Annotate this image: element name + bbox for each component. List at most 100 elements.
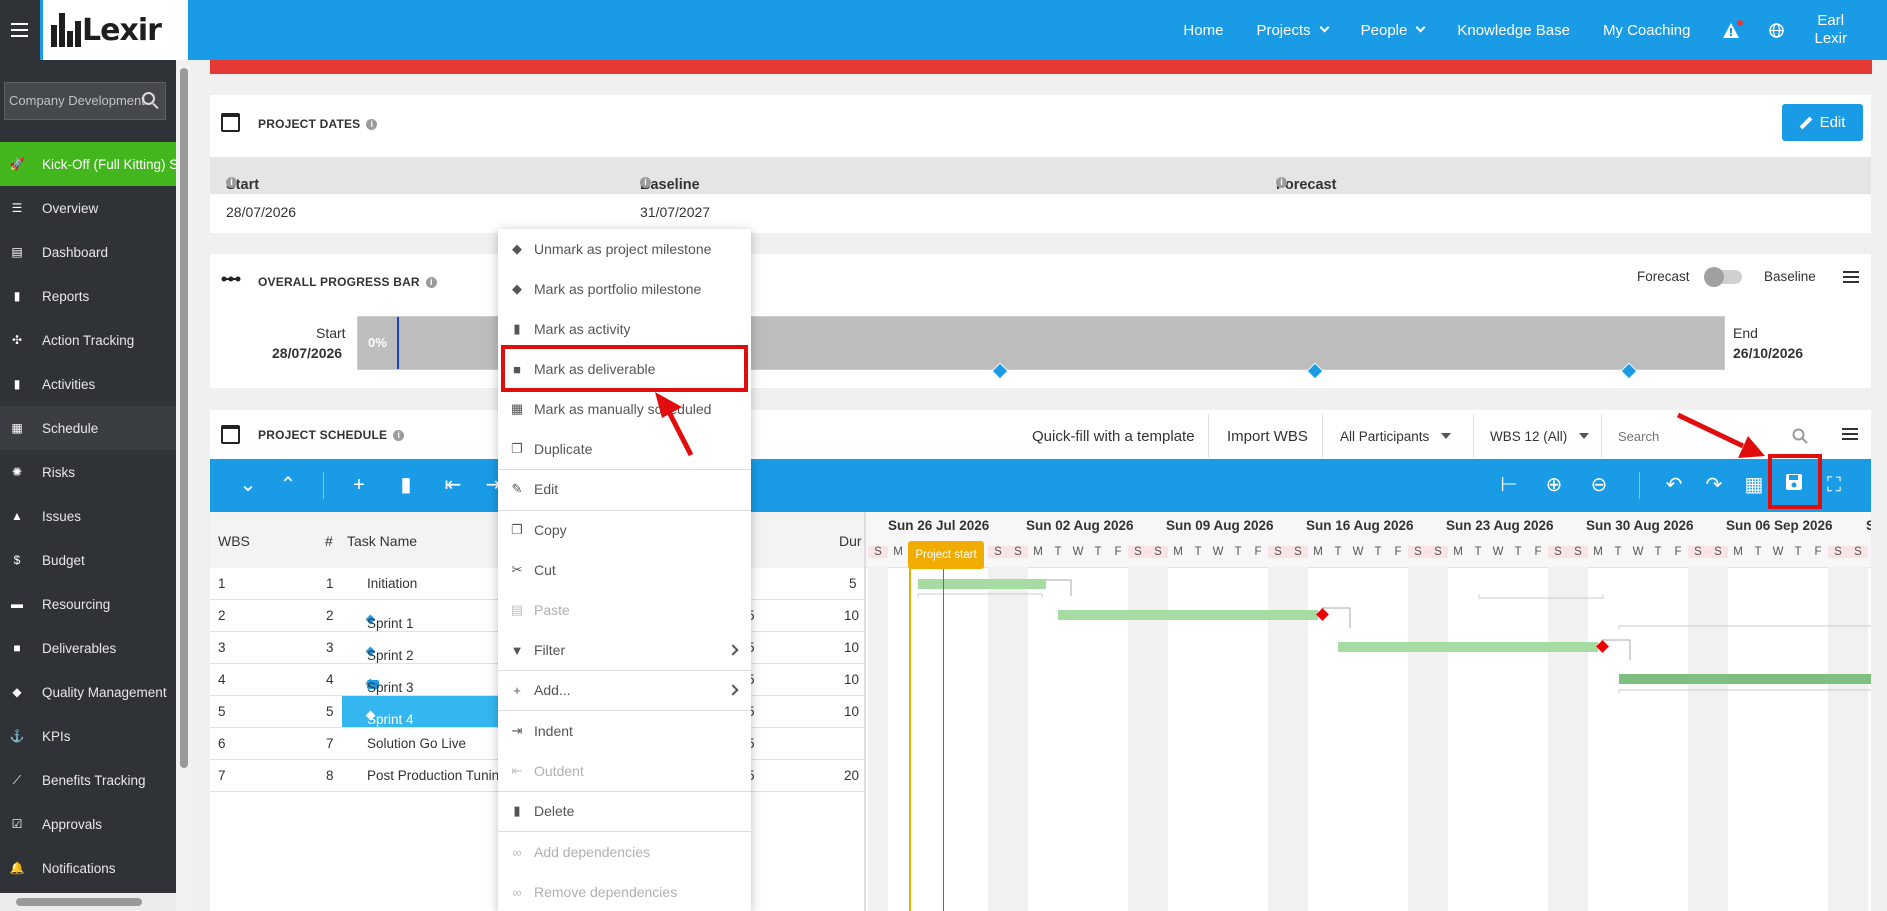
scrollbar-thumb[interactable] — [16, 898, 142, 906]
menu-duplicate[interactable]: ❐ Duplicate — [498, 429, 751, 469]
undo-icon[interactable]: ↶ — [1662, 473, 1686, 497]
calendar-icon — [221, 113, 240, 132]
sidebar-item-quality-management[interactable]: ◆ Quality Management — [0, 670, 176, 714]
row-number: 5 — [326, 704, 334, 719]
edit-dates-button[interactable]: Edit — [1782, 104, 1863, 141]
sidebar-item-dashboard[interactable]: ▤ Dashboard — [0, 230, 176, 274]
col-duration[interactable]: Dur — [839, 533, 862, 549]
forecast-baseline-toggle[interactable] — [1704, 267, 1742, 287]
menu-unmark-project-milestone[interactable]: ◆ Unmark as project milestone — [498, 229, 751, 269]
nav-home[interactable]: Home — [1183, 22, 1223, 39]
nav-people[interactable]: People — [1361, 22, 1426, 39]
sidebar-item-issues[interactable]: ▲ Issues — [0, 494, 176, 538]
row-task-name[interactable]: Sprint 3 — [342, 664, 502, 695]
menu-indent[interactable]: ⇥ Indent — [498, 711, 751, 751]
zoom-in-icon[interactable]: ⊕ — [1542, 473, 1566, 497]
sidebar-item-action-tracking[interactable]: ✣ Action Tracking — [0, 318, 176, 362]
menu-copy[interactable]: ❐ Copy — [498, 510, 751, 550]
menu-delete[interactable]: ▮ Delete — [498, 791, 751, 831]
row-task-name[interactable]: Solution Go Live — [342, 728, 502, 759]
gantt-bar-sprint-3[interactable] — [1619, 674, 1871, 684]
row-task-name[interactable]: Sprint 4 — [342, 696, 502, 727]
row-task-name[interactable]: Sprint 2 — [342, 632, 502, 663]
search-icon[interactable] — [142, 92, 155, 105]
sidebar-item-reports[interactable]: ▮ Reports — [0, 274, 176, 318]
menu-paste[interactable]: ▤ Paste — [498, 590, 751, 630]
info-icon[interactable]: i — [393, 429, 405, 441]
sidebar-item-overview[interactable]: ☰ Overview — [0, 186, 176, 230]
gantt-bar-initiation[interactable] — [918, 579, 1046, 589]
menu-mark-portfolio-milestone[interactable]: ◆ Mark as portfolio milestone — [498, 269, 751, 309]
hamburger-menu-icon[interactable] — [0, 0, 40, 60]
menu-remove-dependencies[interactable]: ∞ Remove dependencies — [498, 872, 751, 911]
nav-my-coaching[interactable]: My Coaching — [1603, 22, 1691, 39]
row-task-name[interactable]: Post Production Tunin — [342, 760, 502, 791]
sidebar-item-budget[interactable]: $ Budget — [0, 538, 176, 582]
menu-outdent[interactable]: ⇤ Outdent — [498, 751, 751, 791]
row-task-name[interactable]: Sprint 1 — [342, 600, 502, 631]
nav-projects[interactable]: Projects — [1256, 22, 1330, 39]
info-icon[interactable]: i — [640, 177, 651, 188]
info-icon[interactable]: i — [366, 118, 378, 130]
critical-path-icon[interactable]: ⊢ — [1497, 473, 1521, 497]
alerts-button[interactable] — [1723, 19, 1744, 38]
participants-dropdown[interactable]: All Participants — [1340, 414, 1452, 458]
sidebar-item-notifications[interactable]: 🔔 Notifications — [0, 846, 176, 890]
menu-filter[interactable]: ▼ Filter — [498, 630, 751, 670]
schedule-menu-icon[interactable] — [1842, 428, 1858, 440]
collapse-all-icon[interactable]: ⌄ — [236, 473, 260, 497]
menu-label: Outdent — [534, 763, 584, 779]
import-wbs-button[interactable]: Import WBS — [1227, 414, 1308, 458]
bookmark-icon: ▮ — [13, 377, 21, 391]
sidebar-item-kpis[interactable]: ⚓ KPIs — [0, 714, 176, 758]
sidebar-item-approvals[interactable]: ☑ Approvals — [0, 802, 176, 846]
day-letter: T — [1514, 546, 1522, 558]
sidebar-vertical-scrollbar[interactable] — [177, 60, 191, 911]
sidebar-item-benefits-tracking[interactable]: ⟋ Benefits Tracking — [0, 758, 176, 802]
quick-fill-template-button[interactable]: Quick-fill with a template — [1032, 414, 1195, 458]
sidebar-horizontal-scrollbar[interactable] — [0, 893, 176, 911]
app-logo[interactable]: Lexir — [43, 0, 188, 60]
col-wbs[interactable]: WBS — [218, 533, 250, 549]
scrollbar-thumb[interactable] — [180, 68, 188, 768]
sidebar-item-risks[interactable]: ✺ Risks — [0, 450, 176, 494]
fullscreen-icon[interactable]: ⛶ — [1822, 473, 1846, 497]
gantt-bar-sprint-1[interactable] — [1058, 610, 1318, 620]
add-task-icon[interactable]: + — [347, 473, 371, 497]
row-wbs: 3 — [218, 640, 226, 655]
nav-knowledge-base[interactable]: Knowledge Base — [1457, 22, 1570, 39]
schedule-search-input[interactable] — [1612, 422, 1812, 450]
gantt-bar-sprint-2[interactable] — [1338, 642, 1598, 652]
day-letter: W — [1492, 546, 1504, 558]
menu-mark-activity[interactable]: ▮ Mark as activity — [498, 309, 751, 349]
language-button[interactable] — [1769, 22, 1785, 38]
expand-all-icon[interactable]: ⌃ — [276, 473, 300, 497]
info-icon[interactable]: i — [1276, 177, 1287, 188]
wbs-filter-dropdown[interactable]: WBS 12 (All) — [1490, 414, 1590, 458]
menu-edit[interactable]: ✎ Edit — [498, 469, 751, 509]
menu-add-dependencies[interactable]: ∞ Add dependencies — [498, 832, 751, 872]
info-icon[interactable]: i — [226, 177, 237, 188]
delete-icon[interactable]: ▮ — [394, 473, 418, 497]
zoom-out-icon[interactable]: ⊖ — [1587, 473, 1611, 497]
menu-add[interactable]: + Add... — [498, 670, 751, 710]
outdent-icon[interactable]: ⇤ — [441, 473, 465, 497]
row-task-name[interactable]: Initiation — [342, 568, 502, 599]
sidebar-item-kickoff[interactable]: 🚀 Kick-Off (Full Kitting) Se — [0, 142, 176, 186]
project-search-input[interactable]: Company Development — [4, 82, 166, 120]
menu-cut[interactable]: ✂ Cut — [498, 550, 751, 590]
menu-mark-manually-scheduled[interactable]: ▦ Mark as manually scheduled — [498, 389, 751, 429]
user-menu[interactable]: Earl Lexir — [1814, 12, 1847, 48]
sidebar-item-schedule[interactable]: ▦ Schedule — [0, 406, 176, 450]
schedule-search-field[interactable] — [1612, 422, 1772, 450]
col-number[interactable]: # — [325, 533, 333, 549]
calendar-icon[interactable]: ▦ — [1742, 473, 1766, 497]
sidebar-item-resourcing[interactable]: ▬ Resourcing — [0, 582, 176, 626]
info-icon[interactable]: i — [425, 276, 437, 288]
sidebar-item-deliverables[interactable]: ■ Deliverables — [0, 626, 176, 670]
progress-menu-icon[interactable] — [1843, 271, 1859, 283]
search-icon[interactable] — [1792, 428, 1808, 444]
sidebar-item-activities[interactable]: ▮ Activities — [0, 362, 176, 406]
redo-icon[interactable]: ↷ — [1702, 473, 1726, 497]
col-task-name[interactable]: Task Name — [347, 533, 417, 549]
